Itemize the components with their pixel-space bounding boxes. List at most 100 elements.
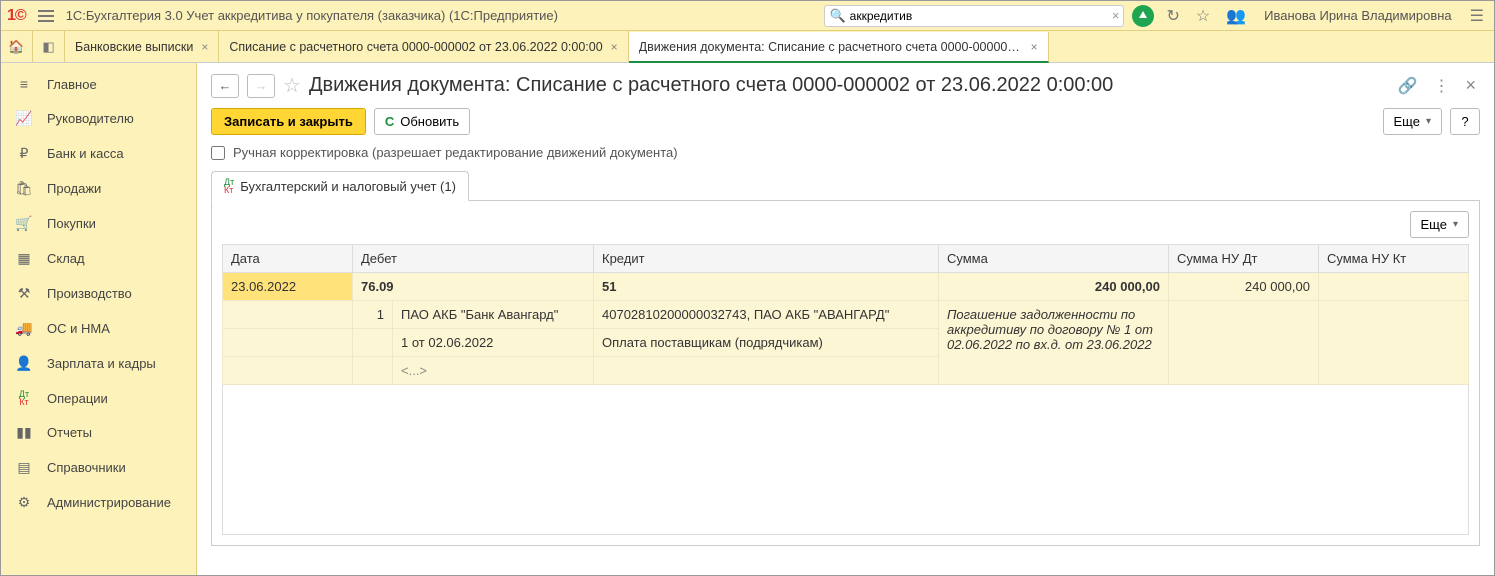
refresh-button[interactable]: С Обновить (374, 108, 470, 135)
tab-writeoff[interactable]: Списание с расчетного счета 0000-000002 … (219, 31, 628, 62)
favorite-icon[interactable]: ☆ (1192, 6, 1214, 26)
history-icon[interactable]: ↻ (1162, 6, 1183, 26)
grid-empty (222, 385, 1469, 535)
home-button[interactable]: 🏠 (1, 31, 33, 62)
table-row[interactable]: 23.06.2022 76.09 51 240 000,00 240 000,0… (223, 273, 1469, 301)
sidebar-item-production[interactable]: ⚒ Производство (1, 276, 196, 311)
sidebar-item-hr[interactable]: 👤Зарплата и кадры (1, 346, 196, 381)
sidebar-item-label: Покупки (47, 216, 96, 231)
sidebar-item-admin[interactable]: ⚙ Администрирование (1, 485, 196, 520)
search-input-wrap[interactable]: 🔍 × (824, 5, 1124, 27)
manual-edit-checkbox[interactable] (211, 146, 225, 160)
cell-blank (223, 357, 353, 385)
sidebar-item-sales[interactable]: 🛍Продажи (1, 171, 196, 206)
close-page-icon[interactable]: × (1461, 75, 1480, 96)
link-icon[interactable]: 🔗 (1394, 76, 1422, 96)
help-button[interactable]: ? (1450, 108, 1480, 135)
users-icon[interactable]: 👥 (1222, 6, 1250, 26)
sidebar-item-label: Склад (47, 251, 85, 266)
list-icon: ≡ (15, 76, 33, 92)
sidebar-item-main[interactable]: ≡Главное (1, 67, 196, 101)
more-button[interactable]: Еще (1383, 108, 1442, 135)
sidebar-item-warehouse[interactable]: ▦ Склад (1, 241, 196, 276)
cell-debit: 76.09 (353, 273, 594, 301)
cell-debit-detail: ПАО АКБ "Банк Авангард" (393, 301, 594, 329)
burger-icon[interactable] (34, 6, 58, 26)
cell-credit-detail: Оплата поставщикам (подрядчикам) (594, 329, 939, 357)
sidebar-item-label: Администрирование (47, 495, 171, 510)
col-sum[interactable]: Сумма (939, 245, 1169, 273)
sidebar-item-label: Руководителю (47, 111, 134, 126)
col-credit[interactable]: Кредит (594, 245, 939, 273)
sidebar-item-reports[interactable]: ▮▮ Отчеты (1, 415, 196, 450)
cell-blank (353, 357, 393, 385)
tabs-bar: 🏠 ◧ Банковские выписки × Списание с расч… (1, 31, 1494, 63)
toolbar: Записать и закрыть С Обновить Еще ? (211, 108, 1480, 135)
sidebar-item-operations[interactable]: ДтКт Операции (1, 381, 196, 415)
grid-more-button[interactable]: Еще (1410, 211, 1469, 238)
subtab-row: ДтКт Бухгалтерский и налоговый учет (1) (211, 170, 1480, 201)
search-input[interactable] (846, 9, 1112, 23)
sidebar-item-label: Операции (47, 391, 108, 406)
cell-sum: 240 000,00 (939, 273, 1169, 301)
sidebar-item-label: Отчеты (47, 425, 92, 440)
factory-icon: ⚒ (15, 285, 33, 302)
sidebar-item-label: Производство (47, 286, 132, 301)
main-content: ← → ☆ Движения документа: Списание с рас… (197, 63, 1494, 575)
gear-icon: ⚙ (15, 494, 33, 511)
subtab-label: Бухгалтерский и налоговый учет (1) (240, 179, 456, 194)
col-date[interactable]: Дата (223, 245, 353, 273)
cell-blank (223, 301, 353, 329)
chart-icon: 📈 (15, 110, 33, 127)
clear-search-icon[interactable]: × (1112, 8, 1120, 23)
close-tab-icon[interactable]: × (1031, 40, 1038, 54)
titlebar: 1© 1С:Бухгалтерия 3.0 Учет аккредитива у… (1, 1, 1494, 31)
sidebar-item-manager[interactable]: 📈 Руководителю (1, 101, 196, 136)
sidebar-item-label: ОС и НМА (47, 321, 110, 336)
close-tab-icon[interactable]: × (201, 40, 208, 54)
box-icon: ▦ (15, 250, 33, 267)
dtkt-icon: ДтКт (15, 390, 33, 406)
col-nudt[interactable]: Сумма НУ Дт (1169, 245, 1319, 273)
cell-blank (353, 329, 393, 357)
col-nukt[interactable]: Сумма НУ Кт (1319, 245, 1469, 273)
page-title: Движения документа: Списание с расчетног… (309, 74, 1386, 97)
notifications-button[interactable] (1132, 5, 1154, 27)
subtab-accounting[interactable]: ДтКт Бухгалтерский и налоговый учет (1) (211, 171, 469, 201)
username-label: Иванова Ирина Владимировна (1264, 8, 1452, 23)
cell-date: 23.06.2022 (223, 273, 353, 301)
cell-seq: 1 (353, 301, 393, 329)
cart-icon: 🛒 (15, 215, 33, 232)
tab-movements[interactable]: Движения документа: Списание с расчетног… (629, 32, 1049, 63)
cell-blank (594, 357, 939, 385)
panels-button[interactable]: ◧ (33, 31, 65, 62)
nav-back-button[interactable]: ← (211, 74, 239, 98)
settings-icon[interactable]: ☰ (1466, 6, 1488, 26)
star-icon[interactable]: ☆ (283, 73, 301, 98)
table-row[interactable]: 1 ПАО АКБ "Банк Авангард" 40702810200000… (223, 301, 1469, 329)
manual-edit-row: Ручная корректировка (разрешает редактир… (211, 145, 1480, 160)
refresh-label: Обновить (400, 114, 459, 129)
cell-blank (1169, 301, 1319, 385)
ruble-icon: ₽ (15, 145, 33, 162)
bag-icon: 🛍 (15, 180, 33, 197)
books-icon: ▤ (15, 459, 33, 476)
sidebar-item-assets[interactable]: 🚚 ОС и НМА (1, 311, 196, 346)
search-icon: 🔍 (829, 8, 845, 24)
nav-forward-button: → (247, 74, 275, 98)
col-debit[interactable]: Дебет (353, 245, 594, 273)
sidebar-item-bank[interactable]: ₽Банк и касса (1, 136, 196, 171)
tab-bank-statements[interactable]: Банковские выписки × (65, 31, 219, 62)
refresh-icon: С (385, 114, 394, 129)
cell-debit-detail: 1 от 02.06.2022 (393, 329, 594, 357)
truck-icon: 🚚 (15, 320, 33, 337)
tab-label: Банковские выписки (75, 40, 193, 54)
sidebar-item-purchases[interactable]: 🛒 Покупки (1, 206, 196, 241)
save-close-button[interactable]: Записать и закрыть (211, 108, 366, 135)
kebab-icon[interactable]: ⋮ (1429, 76, 1453, 96)
tab-label: Списание с расчетного счета 0000-000002 … (229, 40, 602, 54)
bars-icon: ▮▮ (15, 424, 33, 441)
cell-nukt (1319, 273, 1469, 301)
close-tab-icon[interactable]: × (611, 40, 618, 54)
sidebar-item-refs[interactable]: ▤Справочники (1, 450, 196, 485)
